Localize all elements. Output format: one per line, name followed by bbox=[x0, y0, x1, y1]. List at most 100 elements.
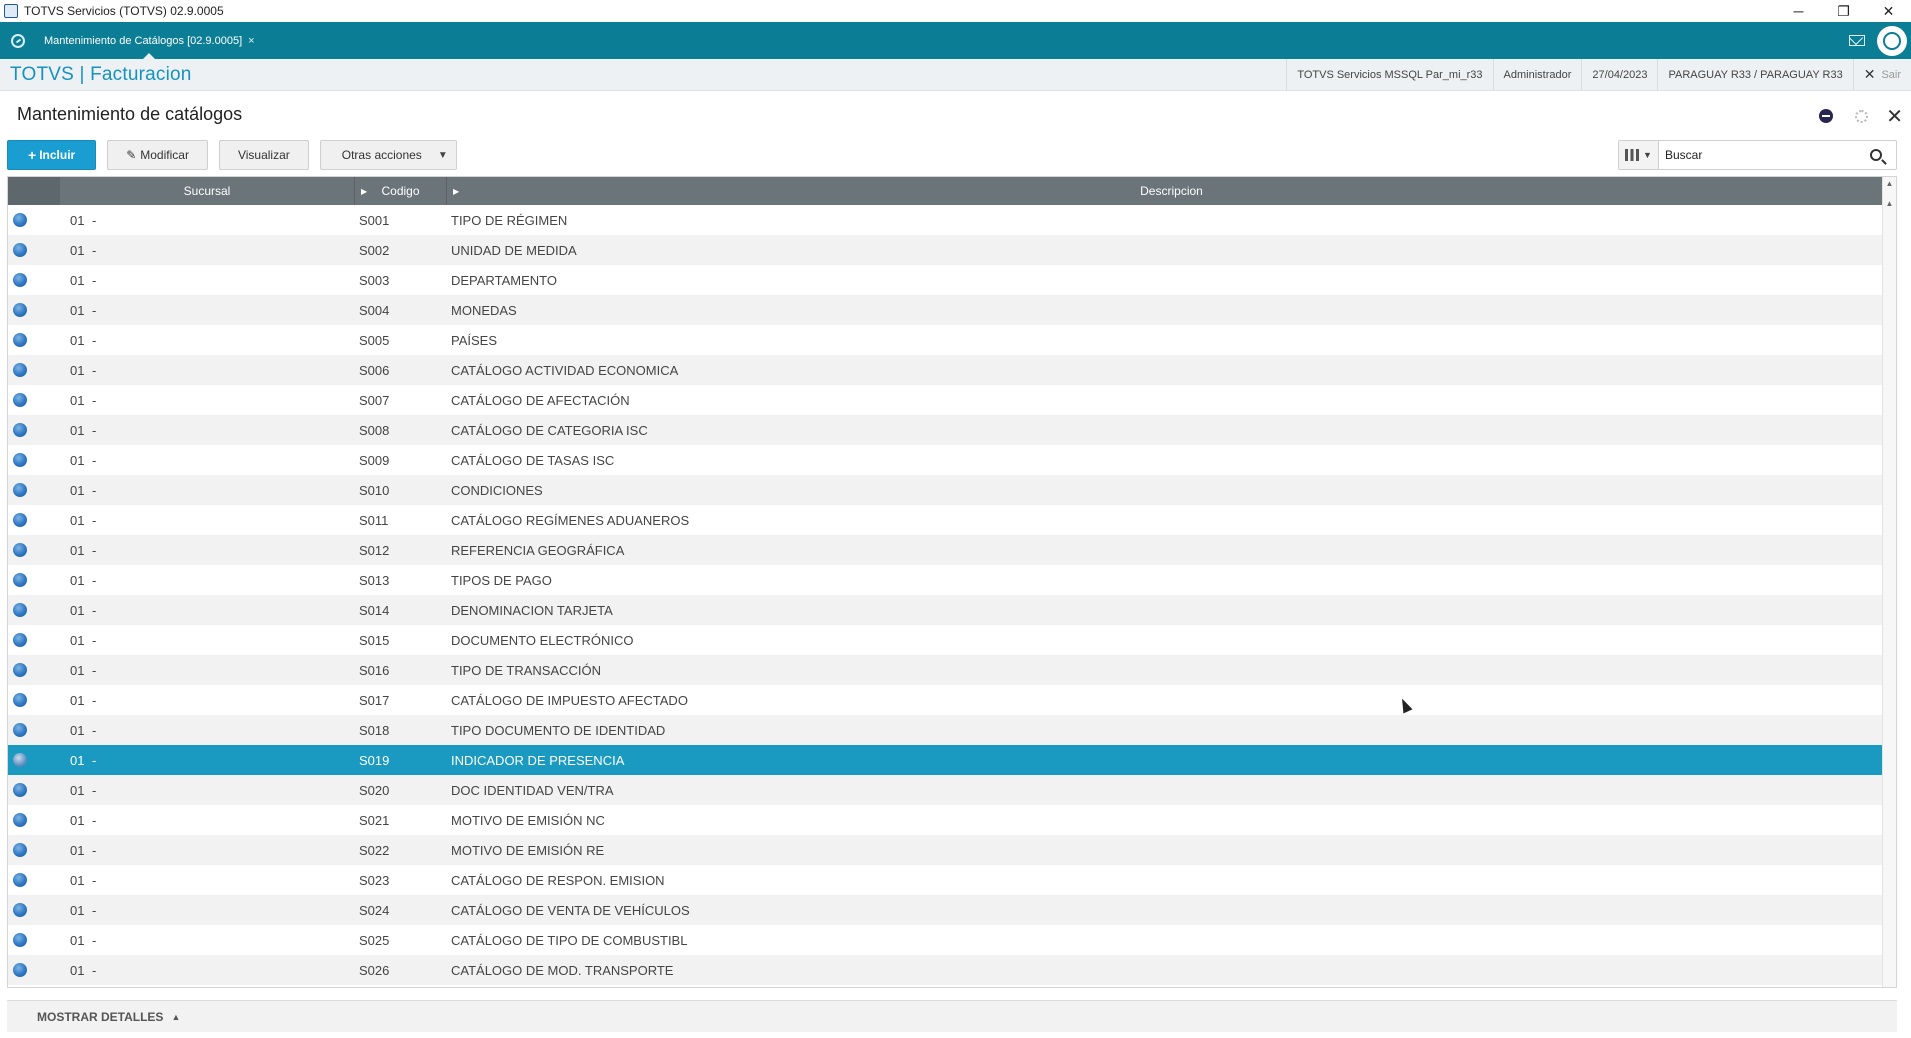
table-row[interactable]: 01- S022 MOTIVO DE EMISIÓN RE bbox=[8, 835, 1896, 865]
table-row[interactable]: 01- S004 MONEDAS bbox=[8, 295, 1896, 325]
cell-sucursal: 01- bbox=[60, 963, 355, 978]
scroll-top-icon[interactable]: ▲ bbox=[1883, 179, 1896, 189]
date-info[interactable]: 27/04/2023 bbox=[1581, 58, 1657, 91]
help-button[interactable] bbox=[1877, 25, 1907, 56]
row-status bbox=[8, 483, 60, 497]
row-status bbox=[8, 873, 60, 887]
sucursal-value: 01 bbox=[70, 602, 85, 618]
tab-catalog-maintenance[interactable]: Mantenimiento de Catálogos [02.9.0005] × bbox=[36, 22, 263, 59]
table-row[interactable]: 01- S023 CATÁLOGO DE RESPON. EMISION bbox=[8, 865, 1896, 895]
other-actions-button[interactable]: Otras acciones ▼ bbox=[319, 140, 457, 170]
header-status bbox=[8, 177, 60, 205]
cell-codigo: S014 bbox=[359, 602, 390, 618]
table-row[interactable]: 01- S005 PAÍSES bbox=[8, 325, 1896, 355]
cell-codigo: S001 bbox=[359, 212, 390, 228]
table-row[interactable]: 01- S025 CATÁLOGO DE TIPO DE COMBUSTIBL bbox=[8, 925, 1896, 955]
cell-codigo: S004 bbox=[359, 302, 390, 318]
table-row[interactable]: 01- S020 DOC IDENTIDAD VEN/TRA bbox=[8, 775, 1896, 805]
exit-button[interactable]: ✕ Sair bbox=[1852, 58, 1911, 91]
cell-descripcion: DENOMINACION TARJETA bbox=[451, 602, 613, 618]
cell-sucursal: 01- bbox=[60, 783, 355, 798]
cell-sucursal: 01- bbox=[60, 813, 355, 828]
table-row[interactable]: 01- S026 CATÁLOGO DE MOD. TRANSPORTE bbox=[8, 955, 1896, 985]
sucursal-dash: - bbox=[92, 782, 97, 798]
cell-descripcion: CONDICIONES bbox=[451, 482, 543, 498]
table-row[interactable]: 01- S002 UNIDAD DE MEDIDA bbox=[8, 235, 1896, 265]
show-details-bar[interactable]: MOSTRAR DETALLES ▲ bbox=[7, 1000, 1897, 1032]
cell-descripcion: REFERENCIA GEOGRÁFICA bbox=[451, 542, 625, 558]
tab-close-icon[interactable]: × bbox=[248, 35, 254, 47]
company-info[interactable]: PARAGUAY R33 / PARAGUAY R33 bbox=[1657, 58, 1852, 91]
scroll-up-icon[interactable]: ▲ bbox=[1883, 199, 1896, 209]
table-row[interactable]: 01- S018 TIPO DOCUMENTO DE IDENTIDAD bbox=[8, 715, 1896, 745]
include-button[interactable]: + Incluir bbox=[7, 140, 97, 170]
table-row[interactable]: 01- S021 MOTIVO DE EMISIÓN NC bbox=[8, 805, 1896, 835]
row-status bbox=[8, 603, 60, 617]
row-status bbox=[8, 633, 60, 647]
cell-sucursal: 01- bbox=[60, 213, 355, 228]
table-row[interactable]: 01- S011 CATÁLOGO REGÍMENES ADUANEROS bbox=[8, 505, 1896, 535]
columns-button[interactable]: ▼ bbox=[1619, 141, 1659, 169]
status-icon bbox=[13, 693, 27, 707]
sucursal-value: 01 bbox=[70, 482, 85, 498]
row-status bbox=[8, 813, 60, 827]
row-status bbox=[8, 753, 60, 767]
header-sucursal-label: Sucursal bbox=[183, 184, 231, 198]
close-window-button[interactable]: ✕ bbox=[1866, 0, 1911, 22]
table-row[interactable]: 01- S012 REFERENCIA GEOGRÁFICA bbox=[8, 535, 1896, 565]
table-row[interactable]: 01- S007 CATÁLOGO DE AFECTACIÓN bbox=[8, 385, 1896, 415]
cell-sucursal: 01- bbox=[60, 243, 355, 258]
close-page-button[interactable]: ✕ bbox=[1886, 104, 1903, 129]
table-row[interactable]: 01- S015 DOCUMENTO ELECTRÓNICO bbox=[8, 625, 1896, 655]
cell-descripcion: MONEDAS bbox=[451, 302, 517, 318]
table-row[interactable]: 01- S006 CATÁLOGO ACTIVIDAD ECONOMICA bbox=[8, 355, 1896, 385]
table-row[interactable]: 01- S009 CATÁLOGO DE TASAS ISC bbox=[8, 445, 1896, 475]
toolbar: + Incluir ✎ Modificar Visualizar Otras a… bbox=[7, 140, 468, 170]
sucursal-value: 01 bbox=[70, 932, 85, 948]
vertical-scrollbar[interactable]: ▲ ▲ bbox=[1882, 177, 1896, 987]
sucursal-value: 01 bbox=[70, 452, 85, 468]
table-row[interactable]: 01- S014 DENOMINACION TARJETA bbox=[8, 595, 1896, 625]
table-row[interactable]: 01- S019 INDICADOR DE PRESENCIA bbox=[8, 745, 1896, 775]
home-button[interactable] bbox=[0, 22, 36, 59]
plus-icon: + bbox=[28, 147, 37, 163]
cell-codigo: S021 bbox=[359, 812, 390, 828]
status-icon bbox=[13, 873, 27, 887]
table-row[interactable]: 01- S010 CONDICIONES bbox=[8, 475, 1896, 505]
status-icon bbox=[13, 813, 27, 827]
minimize-button[interactable]: ─ bbox=[1776, 0, 1821, 22]
row-status bbox=[8, 783, 60, 797]
window-titlebar: TOTVS Servicios (TOTVS) 02.9.0005 ─ ❐ ✕ bbox=[0, 0, 1911, 22]
table-row[interactable]: 01- S008 CATÁLOGO DE CATEGORIA ISC bbox=[8, 415, 1896, 445]
search-icon[interactable] bbox=[1870, 149, 1882, 161]
sucursal-value: 01 bbox=[70, 782, 85, 798]
sucursal-value: 01 bbox=[70, 812, 85, 828]
sucursal-value: 01 bbox=[70, 242, 85, 258]
cell-descripcion: DOC IDENTIDAD VEN/TRA bbox=[451, 782, 614, 798]
gear-icon[interactable] bbox=[1855, 109, 1869, 123]
table-row[interactable]: 01- S001 TIPO DE RÉGIMEN bbox=[8, 205, 1896, 235]
cell-descripcion: CATÁLOGO DE TASAS ISC bbox=[451, 452, 615, 468]
table-row[interactable]: 01- S016 TIPO DE TRANSACCIÓN bbox=[8, 655, 1896, 685]
cell-descripcion: CATÁLOGO DE RESPON. EMISION bbox=[451, 872, 665, 888]
modify-button[interactable]: ✎ Modificar bbox=[107, 140, 208, 170]
header-descripcion[interactable]: ▶ Descripcion bbox=[447, 177, 1896, 205]
cell-sucursal: 01- bbox=[60, 423, 355, 438]
user-info[interactable]: Administrador bbox=[1492, 58, 1582, 91]
header-sucursal[interactable]: Sucursal bbox=[60, 177, 355, 205]
status-dot-icon[interactable] bbox=[1819, 109, 1834, 123]
table-row[interactable]: 01- S003 DEPARTAMENTO bbox=[8, 265, 1896, 295]
pencil-icon: ✎ bbox=[126, 148, 137, 162]
environment-info[interactable]: TOTVS Servicios MSSQL Par_mi_r33 bbox=[1286, 58, 1492, 91]
search-input[interactable] bbox=[1659, 148, 1870, 162]
status-icon bbox=[13, 543, 27, 557]
table-row[interactable]: 01- S024 CATÁLOGO DE VENTA DE VEHÍCULOS bbox=[8, 895, 1896, 925]
cell-sucursal: 01- bbox=[60, 363, 355, 378]
restore-button[interactable]: ❐ bbox=[1821, 0, 1866, 22]
table-row[interactable]: 01- S013 TIPOS DE PAGO bbox=[8, 565, 1896, 595]
status-icon bbox=[13, 843, 27, 857]
table-row[interactable]: 01- S017 CATÁLOGO DE IMPUESTO AFECTADO bbox=[8, 685, 1896, 715]
mail-icon[interactable] bbox=[1849, 35, 1865, 46]
header-codigo[interactable]: ▶ Codigo bbox=[355, 177, 447, 205]
view-button[interactable]: Visualizar bbox=[218, 140, 309, 170]
